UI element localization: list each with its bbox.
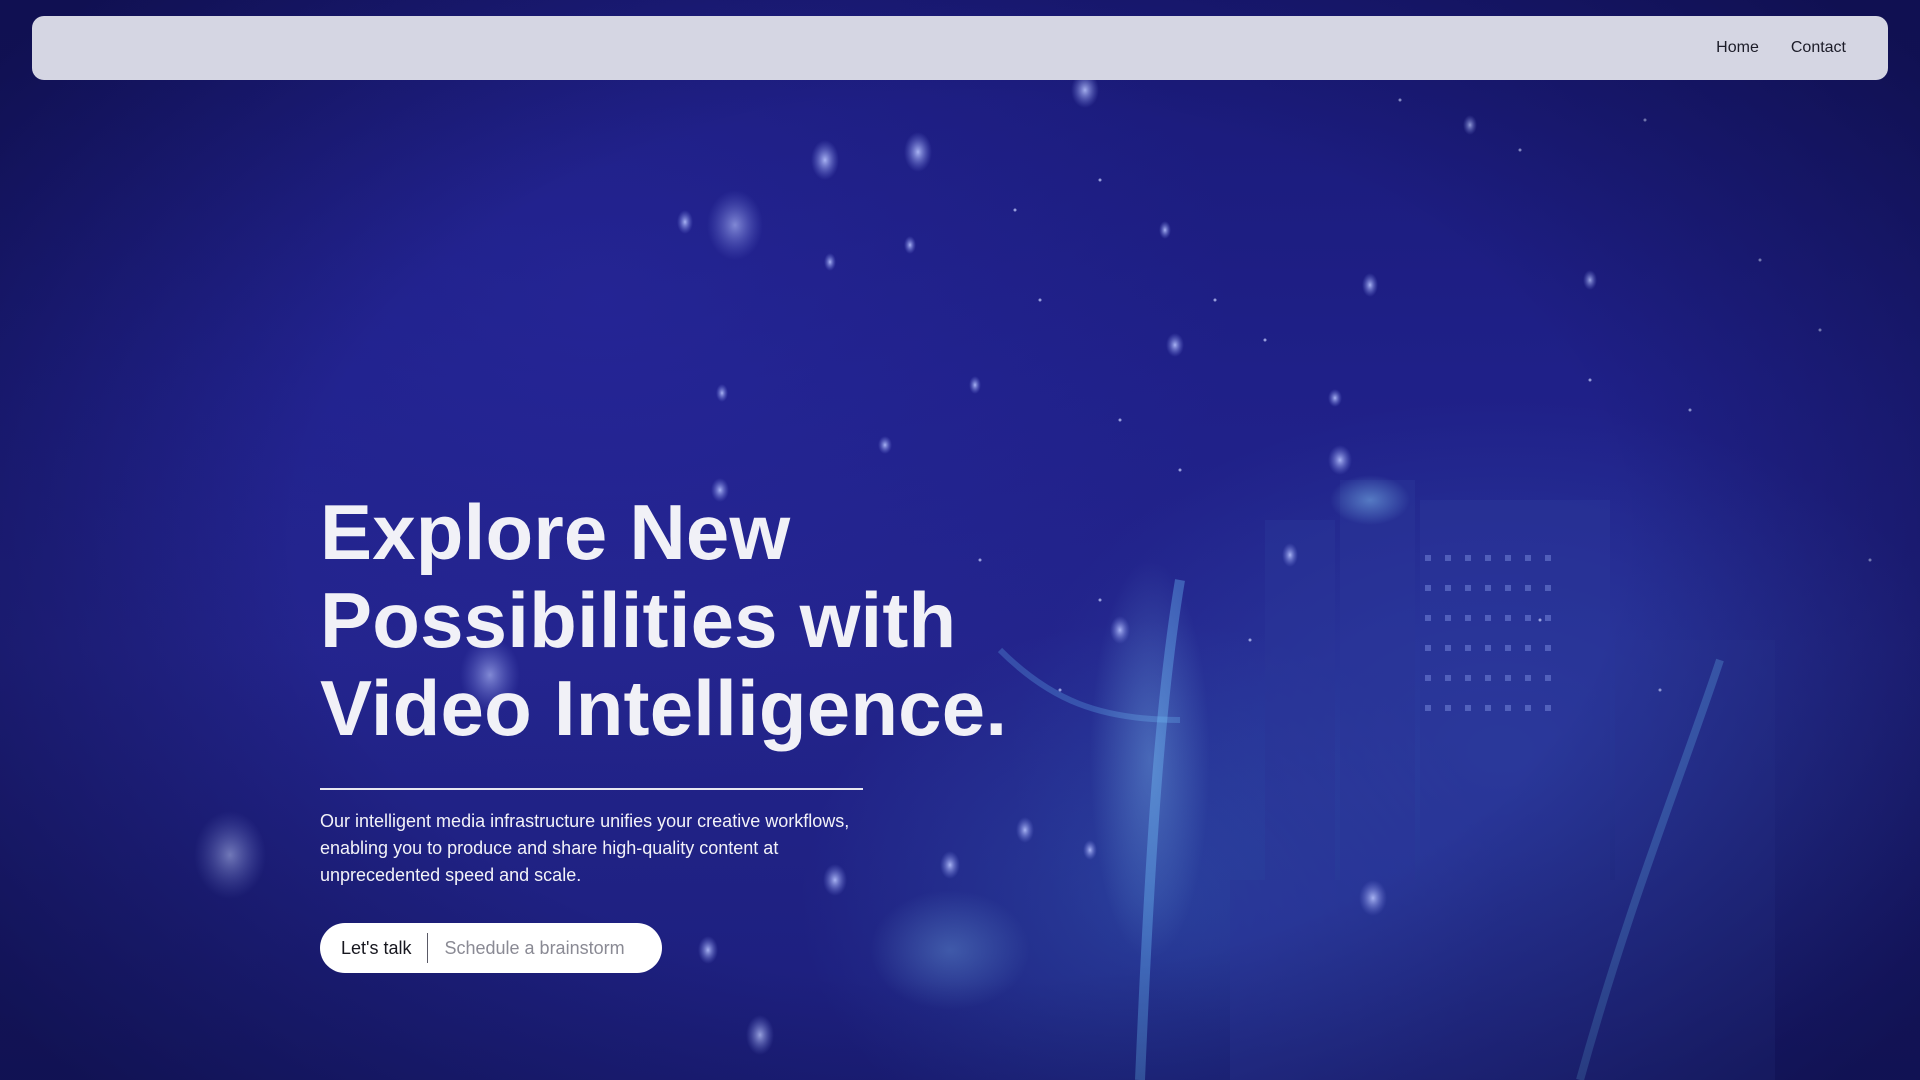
hero-title: Explore New Possibilities with Video Int… xyxy=(320,488,1080,752)
hero-section: Explore New Possibilities with Video Int… xyxy=(320,488,1080,973)
nav-links: Home Contact xyxy=(1716,16,1846,80)
hero-title-line: Video Intelligence. xyxy=(320,664,1008,752)
hero-title-line: Possibilities with xyxy=(320,576,957,664)
navbar: Home Contact xyxy=(32,16,1888,80)
page: Home Contact Explore New Possibilities w… xyxy=(0,0,1920,1080)
hero-subtitle: Our intelligent media infrastructure uni… xyxy=(320,811,850,885)
schedule-brainstorm-button[interactable]: Schedule a brainstorm xyxy=(428,938,624,959)
lets-talk-button[interactable]: Let's talk xyxy=(341,938,427,959)
hero-title-line: Explore New xyxy=(320,488,791,576)
nav-link-contact[interactable]: Contact xyxy=(1791,39,1846,57)
nav-link-home[interactable]: Home xyxy=(1716,39,1759,57)
cta-pill: Let's talk Schedule a brainstorm xyxy=(320,923,662,973)
hero-divider xyxy=(320,788,863,790)
